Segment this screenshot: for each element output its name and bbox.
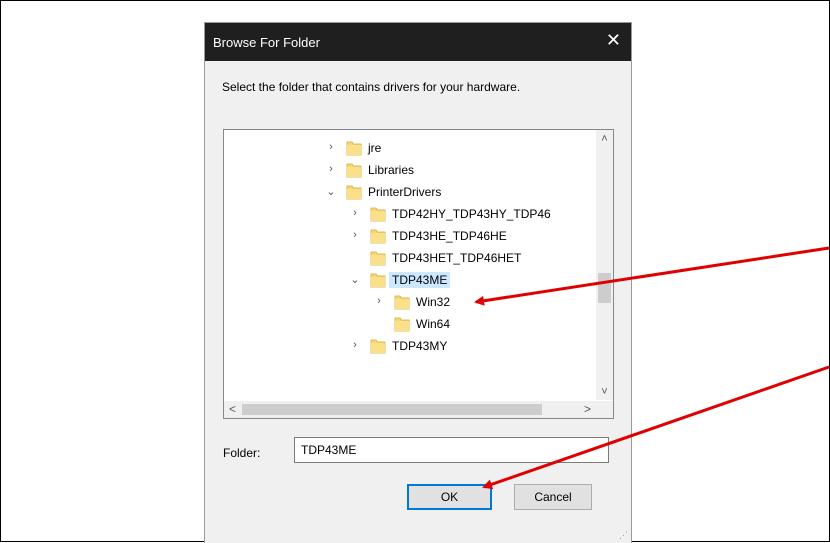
scrollbar-corner [596,401,613,418]
folder-icon [346,183,362,200]
tree-item-label: PrinterDrivers [368,185,442,199]
tree-item-label: TDP43HET_TDP46HET [392,251,522,265]
folder-icon [370,249,386,266]
horizontal-scroll-thumb[interactable] [242,404,542,415]
scroll-up-icon[interactable]: ˄ [596,133,613,145]
folder-icon [394,293,410,310]
close-icon[interactable]: ✕ [606,31,621,49]
expand-chevron-icon[interactable]: › [325,141,337,155]
tree-item[interactable]: Win64 [224,313,594,335]
scroll-down-icon[interactable]: ˅ [596,386,613,398]
collapse-chevron-icon[interactable]: ⌄ [325,185,337,199]
folder-icon [346,139,362,156]
folder-input[interactable] [294,437,609,463]
no-chevron [349,251,361,265]
tree-item[interactable]: TDP43HET_TDP46HET [224,247,594,269]
ok-button[interactable]: OK [407,484,492,510]
scroll-right-icon[interactable]: > [584,402,591,416]
scroll-left-icon[interactable]: < [229,402,236,416]
dialog-title: Browse For Folder [213,35,320,50]
folder-icon [370,205,386,222]
horizontal-scrollbar[interactable]: < > [224,401,596,418]
folder-label: Folder: [223,446,261,460]
tree-item-label: jre [368,141,382,155]
expand-chevron-icon[interactable]: › [325,163,337,177]
folder-icon [346,161,362,178]
tree-item-label: Win64 [416,317,451,331]
tree-item[interactable]: › Libraries [224,159,594,181]
tree-item[interactable]: ⌄ PrinterDrivers [224,181,594,203]
expand-chevron-icon[interactable]: › [373,295,385,309]
instruction-text: Select the folder that contains drivers … [222,80,521,94]
tree-item[interactable]: › TDP43HE_TDP46HE [224,225,594,247]
expand-chevron-icon[interactable]: › [349,339,361,353]
folder-icon [370,271,386,288]
expand-chevron-icon[interactable]: › [349,207,361,221]
tree-item-label: Win32 [416,295,451,309]
vertical-scroll-thumb[interactable] [598,273,611,303]
tree-item[interactable]: › TDP42HY_TDP43HY_TDP46 [224,203,594,225]
resize-grip-icon[interactable]: ⋰ [619,530,628,541]
browse-for-folder-dialog: Browse For Folder ✕ Select the folder th… [204,22,632,543]
collapse-chevron-icon[interactable]: ⌄ [349,273,361,287]
tree-item-label: TDP43HE_TDP46HE [392,229,507,243]
no-chevron [373,317,385,331]
tree-item[interactable]: ⌄ TDP43ME [224,269,594,291]
tree-item[interactable]: › jre [224,137,594,159]
tree-item[interactable]: › TDP43MY [224,335,594,357]
tree-item[interactable]: › Win32 [224,291,594,313]
tree-item-label: TDP43MY [392,339,448,353]
vertical-scrollbar[interactable]: ˄ ˅ [596,130,613,400]
title-bar: Browse For Folder ✕ [205,23,631,61]
tree-item-label: Libraries [368,163,415,177]
folder-icon [370,227,386,244]
tree-item-label: TDP43ME [389,272,451,288]
cancel-button[interactable]: Cancel [514,484,592,510]
folder-tree[interactable]: › jre › Libraries ⌄ PrinterDrivers › TDP42HY_TD… [223,129,614,419]
folder-icon [394,315,410,332]
folder-icon [370,337,386,354]
expand-chevron-icon[interactable]: › [349,229,361,243]
tree-item-label: TDP42HY_TDP43HY_TDP46 [392,207,551,221]
